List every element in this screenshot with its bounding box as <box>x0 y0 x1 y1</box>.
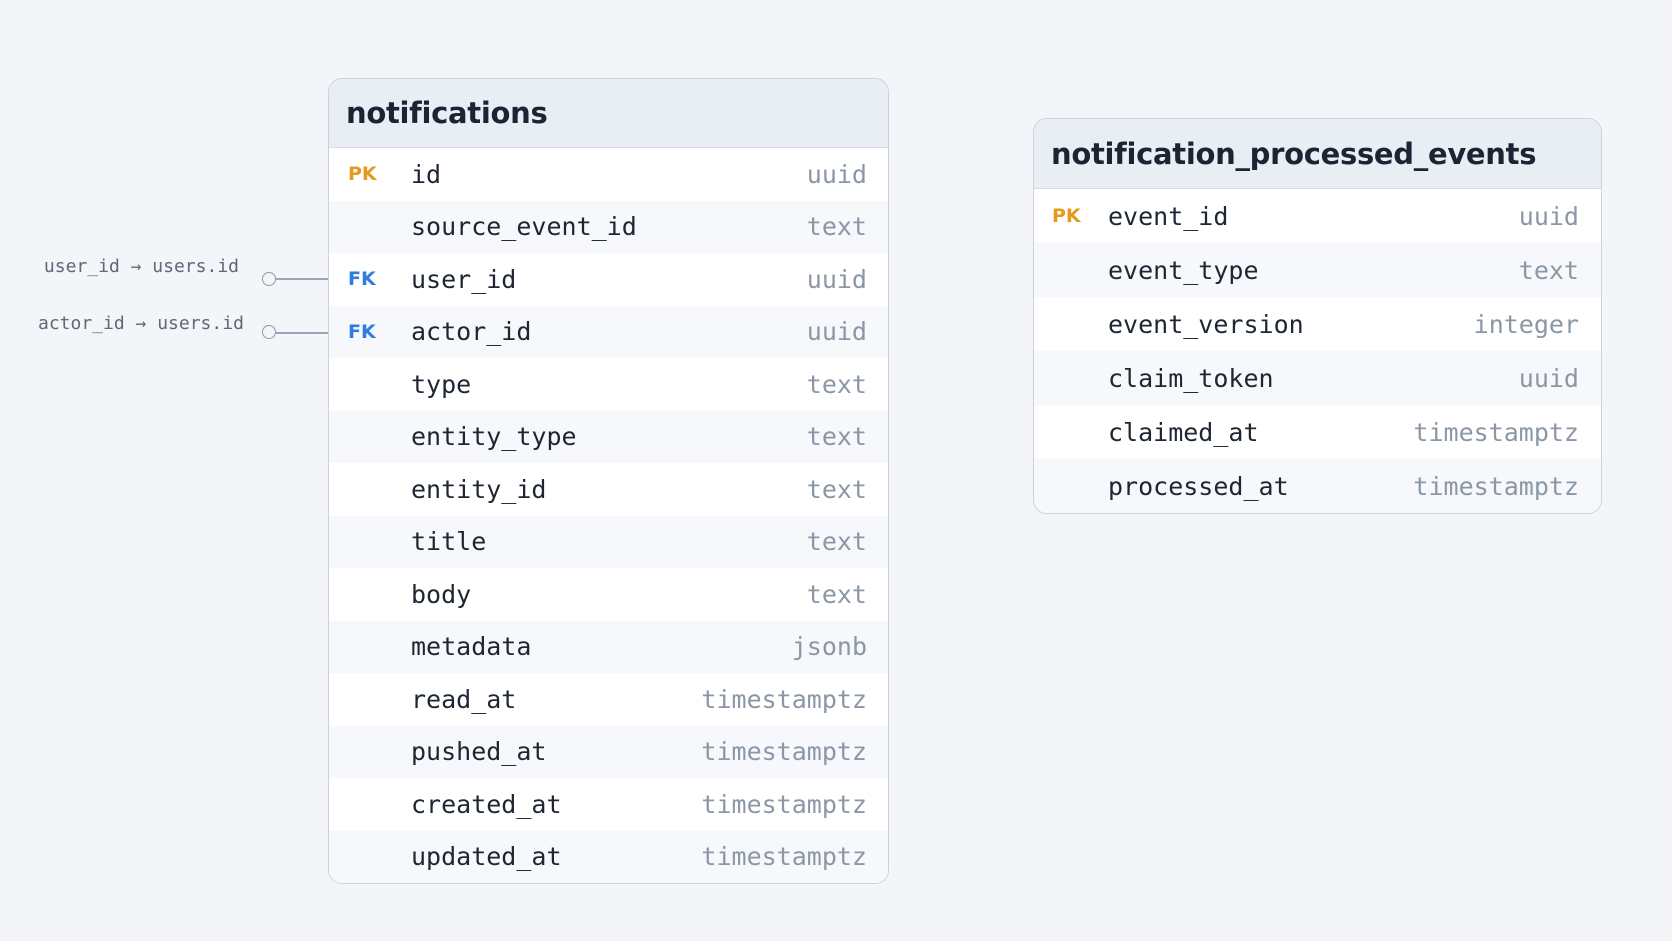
column-row[interactable]: PK event_id uuid <box>1034 189 1601 243</box>
reference-connector-line <box>276 332 328 334</box>
column-name: user_id <box>411 264 517 294</box>
column-row[interactable]: event_version integer <box>1034 297 1601 351</box>
column-type: uuid <box>1518 201 1579 231</box>
column-type: text <box>806 579 867 609</box>
column-type: timestamptz <box>701 684 867 714</box>
table-notification-processed-events[interactable]: notification_processed_events PK event_id… <box>1033 118 1602 514</box>
column-row[interactable]: updated_at timestamptz <box>329 830 888 883</box>
column-row[interactable]: metadata jsonb <box>329 620 888 673</box>
column-name: source_event_id <box>411 212 637 242</box>
table-columns: PK event_id uuid event_type text event_versio… <box>1034 189 1601 513</box>
column-row[interactable]: FK user_id uuid <box>329 253 888 306</box>
column-name: title <box>411 527 487 557</box>
column-row[interactable]: type text <box>329 358 888 411</box>
column-row[interactable]: created_at timestamptz <box>329 778 888 831</box>
column-name: event_type <box>1108 255 1259 285</box>
column-type: jsonb <box>791 632 867 662</box>
column-type: timestamptz <box>1413 417 1579 447</box>
column-row[interactable]: title text <box>329 515 888 568</box>
reference-endpoint-icon <box>262 325 276 339</box>
column-type: uuid <box>806 317 867 347</box>
reference-label-user-id: user_id → users.id <box>43 256 239 277</box>
column-row[interactable]: body text <box>329 568 888 621</box>
column-row[interactable]: claim_token uuid <box>1034 351 1601 405</box>
fk-badge: FK <box>348 320 376 343</box>
column-name: pushed_at <box>411 737 547 767</box>
column-type: text <box>806 422 867 452</box>
er-diagram-canvas: user_id → users.id actor_id → users.id n… <box>0 0 1672 941</box>
table-notifications[interactable]: notifications PK id uuid source_event_id tex… <box>328 78 889 884</box>
column-name: entity_type <box>411 422 577 452</box>
reference-label-actor-id: actor_id → users.id <box>38 313 244 334</box>
column-type: text <box>806 474 867 504</box>
column-row[interactable]: PK id uuid <box>329 148 888 201</box>
column-name: claimed_at <box>1108 417 1259 447</box>
fk-badge: FK <box>348 268 376 291</box>
column-name: read_at <box>411 684 517 714</box>
table-columns: PK id uuid source_event_id text FK user_id uuid… <box>329 148 888 883</box>
column-type: text <box>806 369 867 399</box>
table-title: notifications <box>329 79 888 148</box>
pk-badge: PK <box>1052 205 1081 227</box>
column-name: created_at <box>411 789 562 819</box>
column-type: text <box>806 527 867 557</box>
column-row[interactable]: processed_at timestamptz <box>1034 459 1601 513</box>
column-type: timestamptz <box>701 737 867 767</box>
pk-badge: PK <box>348 163 377 186</box>
column-row[interactable]: pushed_at timestamptz <box>329 725 888 778</box>
column-type: uuid <box>806 159 867 189</box>
column-name: body <box>411 579 472 609</box>
column-type: uuid <box>806 264 867 294</box>
column-name: id <box>411 159 442 189</box>
column-name: entity_id <box>411 474 547 504</box>
column-name: event_version <box>1108 309 1304 339</box>
column-name: actor_id <box>411 317 532 347</box>
column-type: timestamptz <box>1413 471 1579 501</box>
reference-endpoint-icon <box>262 272 276 286</box>
column-type: text <box>1518 255 1579 285</box>
column-row[interactable]: entity_type text <box>329 410 888 463</box>
column-row[interactable]: claimed_at timestamptz <box>1034 405 1601 459</box>
column-row[interactable]: source_event_id text <box>329 200 888 253</box>
column-type: timestamptz <box>701 842 867 872</box>
column-type: text <box>806 212 867 242</box>
column-row[interactable]: event_type text <box>1034 243 1601 297</box>
column-row[interactable]: read_at timestamptz <box>329 673 888 726</box>
column-row[interactable]: entity_id text <box>329 463 888 516</box>
column-type: timestamptz <box>701 789 867 819</box>
column-type: uuid <box>1518 363 1579 393</box>
table-title: notification_processed_events <box>1034 119 1601 189</box>
reference-connector-line <box>276 278 328 280</box>
column-name: updated_at <box>411 842 562 872</box>
column-name: event_id <box>1108 201 1229 231</box>
column-row[interactable]: FK actor_id uuid <box>329 305 888 358</box>
column-name: claim_token <box>1108 363 1274 393</box>
column-name: processed_at <box>1108 471 1289 501</box>
column-type: integer <box>1473 309 1579 339</box>
column-name: metadata <box>411 632 532 662</box>
column-name: type <box>411 369 472 399</box>
